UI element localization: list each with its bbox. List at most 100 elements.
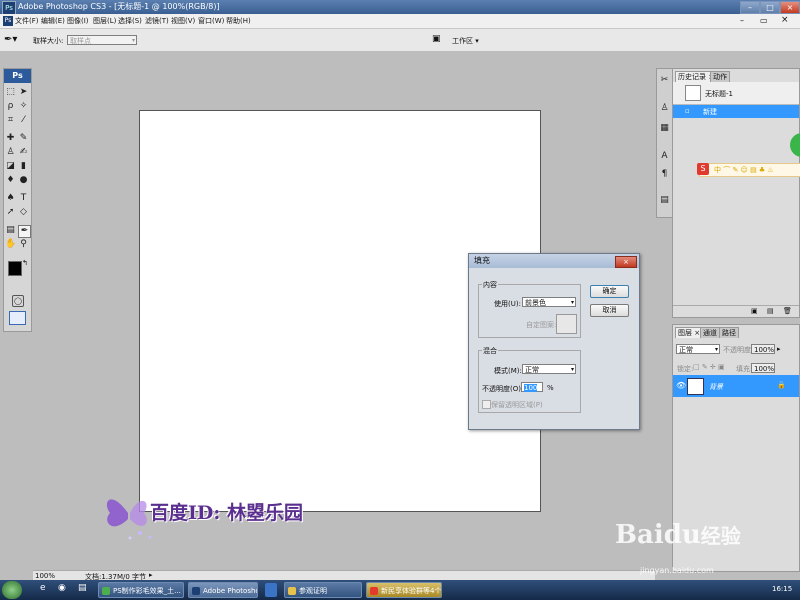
doc-close-button[interactable]: × xyxy=(781,15,789,25)
quicklaunch-ie-icon[interactable]: e xyxy=(40,583,46,593)
zoom-tool-icon[interactable]: ⚲ xyxy=(18,239,29,250)
clone-stamp-tool-icon[interactable]: ♙ xyxy=(5,147,16,158)
lock-label: 锁定: xyxy=(677,365,694,373)
preserve-transparency-checkbox[interactable] xyxy=(482,400,491,409)
menu-image[interactable]: 图像(I) xyxy=(67,16,89,26)
menu-view[interactable]: 视图(V) xyxy=(171,16,195,26)
dodge-tool-icon[interactable]: ● xyxy=(18,175,29,186)
task-chat[interactable]: 新民享体验群等4个... xyxy=(366,582,442,598)
screen-mode-icon[interactable] xyxy=(9,311,26,325)
marquee-tool-icon[interactable]: ⬚ xyxy=(5,87,16,98)
menu-filter[interactable]: 滤镜(T) xyxy=(145,16,169,26)
tab-actions[interactable]: 动作 xyxy=(710,71,730,82)
ime-toolbar[interactable]: S 中 ⌒ ✎ ☺ ▤ ♣ ♨ xyxy=(697,163,800,177)
start-button[interactable] xyxy=(2,581,22,599)
move-tool-icon[interactable]: ➤ xyxy=(18,87,29,98)
tab-paths[interactable]: 路径 xyxy=(719,327,739,338)
blur-tool-icon[interactable]: ♦ xyxy=(5,175,16,186)
sogou-ime-icon[interactable]: S xyxy=(697,163,709,175)
task-browser[interactable]: PS制作彩毛效果_土... xyxy=(98,582,184,598)
layer-comps-icon[interactable]: ▤ xyxy=(659,195,670,206)
clone-source-icon[interactable]: ♙ xyxy=(659,103,670,114)
menu-help[interactable]: 帮助(H) xyxy=(226,16,251,26)
delete-state-icon[interactable]: 🗑 xyxy=(783,307,792,315)
lasso-tool-icon[interactable]: ρ xyxy=(5,101,16,112)
dialog-close-button[interactable]: × xyxy=(615,256,637,268)
gradient-tool-icon[interactable]: ▮ xyxy=(18,161,29,172)
sample-size-select[interactable]: 取样点 ▾ xyxy=(67,35,137,45)
menu-select[interactable]: 选择(S) xyxy=(118,16,142,26)
menu-window[interactable]: 窗口(W) xyxy=(198,16,224,26)
fill-label: 填充: xyxy=(736,365,753,373)
paragraph-panel-icon[interactable]: ¶ xyxy=(659,169,670,180)
hand-tool-icon[interactable]: ✋ xyxy=(5,239,16,250)
task-app-icon[interactable] xyxy=(265,583,277,597)
opacity-input[interactable]: 100 xyxy=(521,382,543,392)
doc-restore-button[interactable]: ▭ xyxy=(760,16,768,25)
ime-tool-icons[interactable]: 中 ⌒ ✎ ☺ ▤ ♣ ♨ xyxy=(714,165,774,175)
new-snapshot-icon[interactable]: ▤ xyxy=(767,307,774,315)
pen-tool-icon[interactable]: ♠ xyxy=(5,193,16,204)
layer-row-background[interactable]: 👁 背景 🔒 xyxy=(673,375,799,397)
custom-pattern-picker[interactable] xyxy=(556,314,577,334)
mode-select[interactable]: 正常 ▾ xyxy=(522,364,576,374)
zoom-level[interactable]: 100% xyxy=(35,572,55,580)
workspace-menu[interactable]: 工作区 ▾ xyxy=(452,36,479,46)
path-selection-tool-icon[interactable]: ➚ xyxy=(5,207,16,218)
task-folder[interactable]: 参观证明 xyxy=(284,582,362,598)
shape-tool-icon[interactable]: ◇ xyxy=(18,207,29,218)
healing-brush-tool-icon[interactable]: ✚ xyxy=(5,133,16,144)
maximize-button[interactable]: □ xyxy=(760,1,780,14)
task-photoshop[interactable]: Adobe Photoshop ... xyxy=(188,582,258,598)
eraser-tool-icon[interactable]: ◪ xyxy=(5,161,16,172)
swap-colors-icon[interactable]: ↰ xyxy=(22,259,28,267)
quicklaunch-app-icon[interactable]: ◉ xyxy=(58,583,66,593)
tab-layers[interactable]: 图层 × xyxy=(675,327,704,338)
tools-panel-icon[interactable]: ✂ xyxy=(659,75,670,86)
foreground-color-swatch[interactable] xyxy=(8,261,22,276)
blend-mode-select[interactable]: 正常 ▾ xyxy=(676,344,720,354)
doc-minimize-button[interactable]: – xyxy=(740,16,744,25)
new-document-from-state-icon[interactable]: ▣ xyxy=(751,307,758,315)
fill-input[interactable]: 100% xyxy=(751,363,775,373)
ok-button[interactable]: 确定 xyxy=(590,285,629,298)
document-icon[interactable]: Ps xyxy=(3,16,13,26)
clock: 16:15 xyxy=(772,585,793,593)
brush-tool-icon[interactable]: ✎ xyxy=(18,133,29,144)
layer-lock-icon: 🔒 xyxy=(777,381,786,389)
use-select[interactable]: 前景色 ▾ xyxy=(522,297,576,307)
minimize-button[interactable]: – xyxy=(740,1,760,14)
character-panel-icon[interactable]: A xyxy=(659,151,670,162)
type-tool-icon[interactable]: T xyxy=(18,193,29,204)
side-widget-icon[interactable] xyxy=(790,133,800,157)
history-brush-tool-icon[interactable]: ✍ xyxy=(18,147,29,158)
toolbox: Ps ⬚ ➤ ρ ✧ ⌗ ⁄ ✚ ✎ ♙ ✍ ◪ ▮ ♦ ● ♠ T ➚ ◇ ▤… xyxy=(3,68,32,332)
cancel-button[interactable]: 取消 xyxy=(590,304,629,317)
opacity-label: 不透明度(O): xyxy=(482,385,524,393)
magic-wand-tool-icon[interactable]: ✧ xyxy=(18,101,29,112)
menu-file[interactable]: 文件(F) xyxy=(15,16,39,26)
status-menu-arrow-icon[interactable]: ▸ xyxy=(149,571,153,579)
notes-tool-icon[interactable]: ▤ xyxy=(5,225,16,236)
menu-edit[interactable]: 编辑(E) xyxy=(41,16,65,26)
fill-dialog: 填充 × 内容 使用(U): 前景色 ▾ 自定图案: 混合 模式(M): 正常 ▾ … xyxy=(468,253,640,430)
quick-mask-icon[interactable]: ◯ xyxy=(12,295,24,307)
crop-tool-icon[interactable]: ⌗ xyxy=(5,115,16,126)
eyedropper-preset-icon[interactable]: ✒▾ xyxy=(4,34,30,46)
visibility-eye-icon[interactable]: 👁 xyxy=(676,381,686,390)
opacity-arrow-icon[interactable]: ▸ xyxy=(777,345,781,353)
close-button[interactable]: × xyxy=(780,1,800,14)
opacity-input[interactable]: 100% xyxy=(751,344,775,354)
history-item[interactable]: ▫ 新建 xyxy=(673,105,799,118)
eyedropper-tool-icon[interactable]: ✒ xyxy=(18,225,31,238)
menu-layer[interactable]: 图层(L) xyxy=(93,16,116,26)
tool-presets-icon[interactable]: ▦ xyxy=(659,123,670,134)
lock-icons[interactable]: □ ✎ ✛ ▣ xyxy=(693,363,725,371)
contents-group-label: 内容 xyxy=(482,280,498,290)
palette-well-icon[interactable]: ▣ xyxy=(432,34,444,45)
quicklaunch-explorer-icon[interactable]: ▤ xyxy=(78,583,87,593)
history-snapshot-row[interactable]: 无标题-1 xyxy=(673,82,799,105)
opacity-unit: % xyxy=(547,384,554,392)
slice-tool-icon[interactable]: ⁄ xyxy=(18,115,29,126)
tab-channels[interactable]: 通道 xyxy=(700,327,720,338)
